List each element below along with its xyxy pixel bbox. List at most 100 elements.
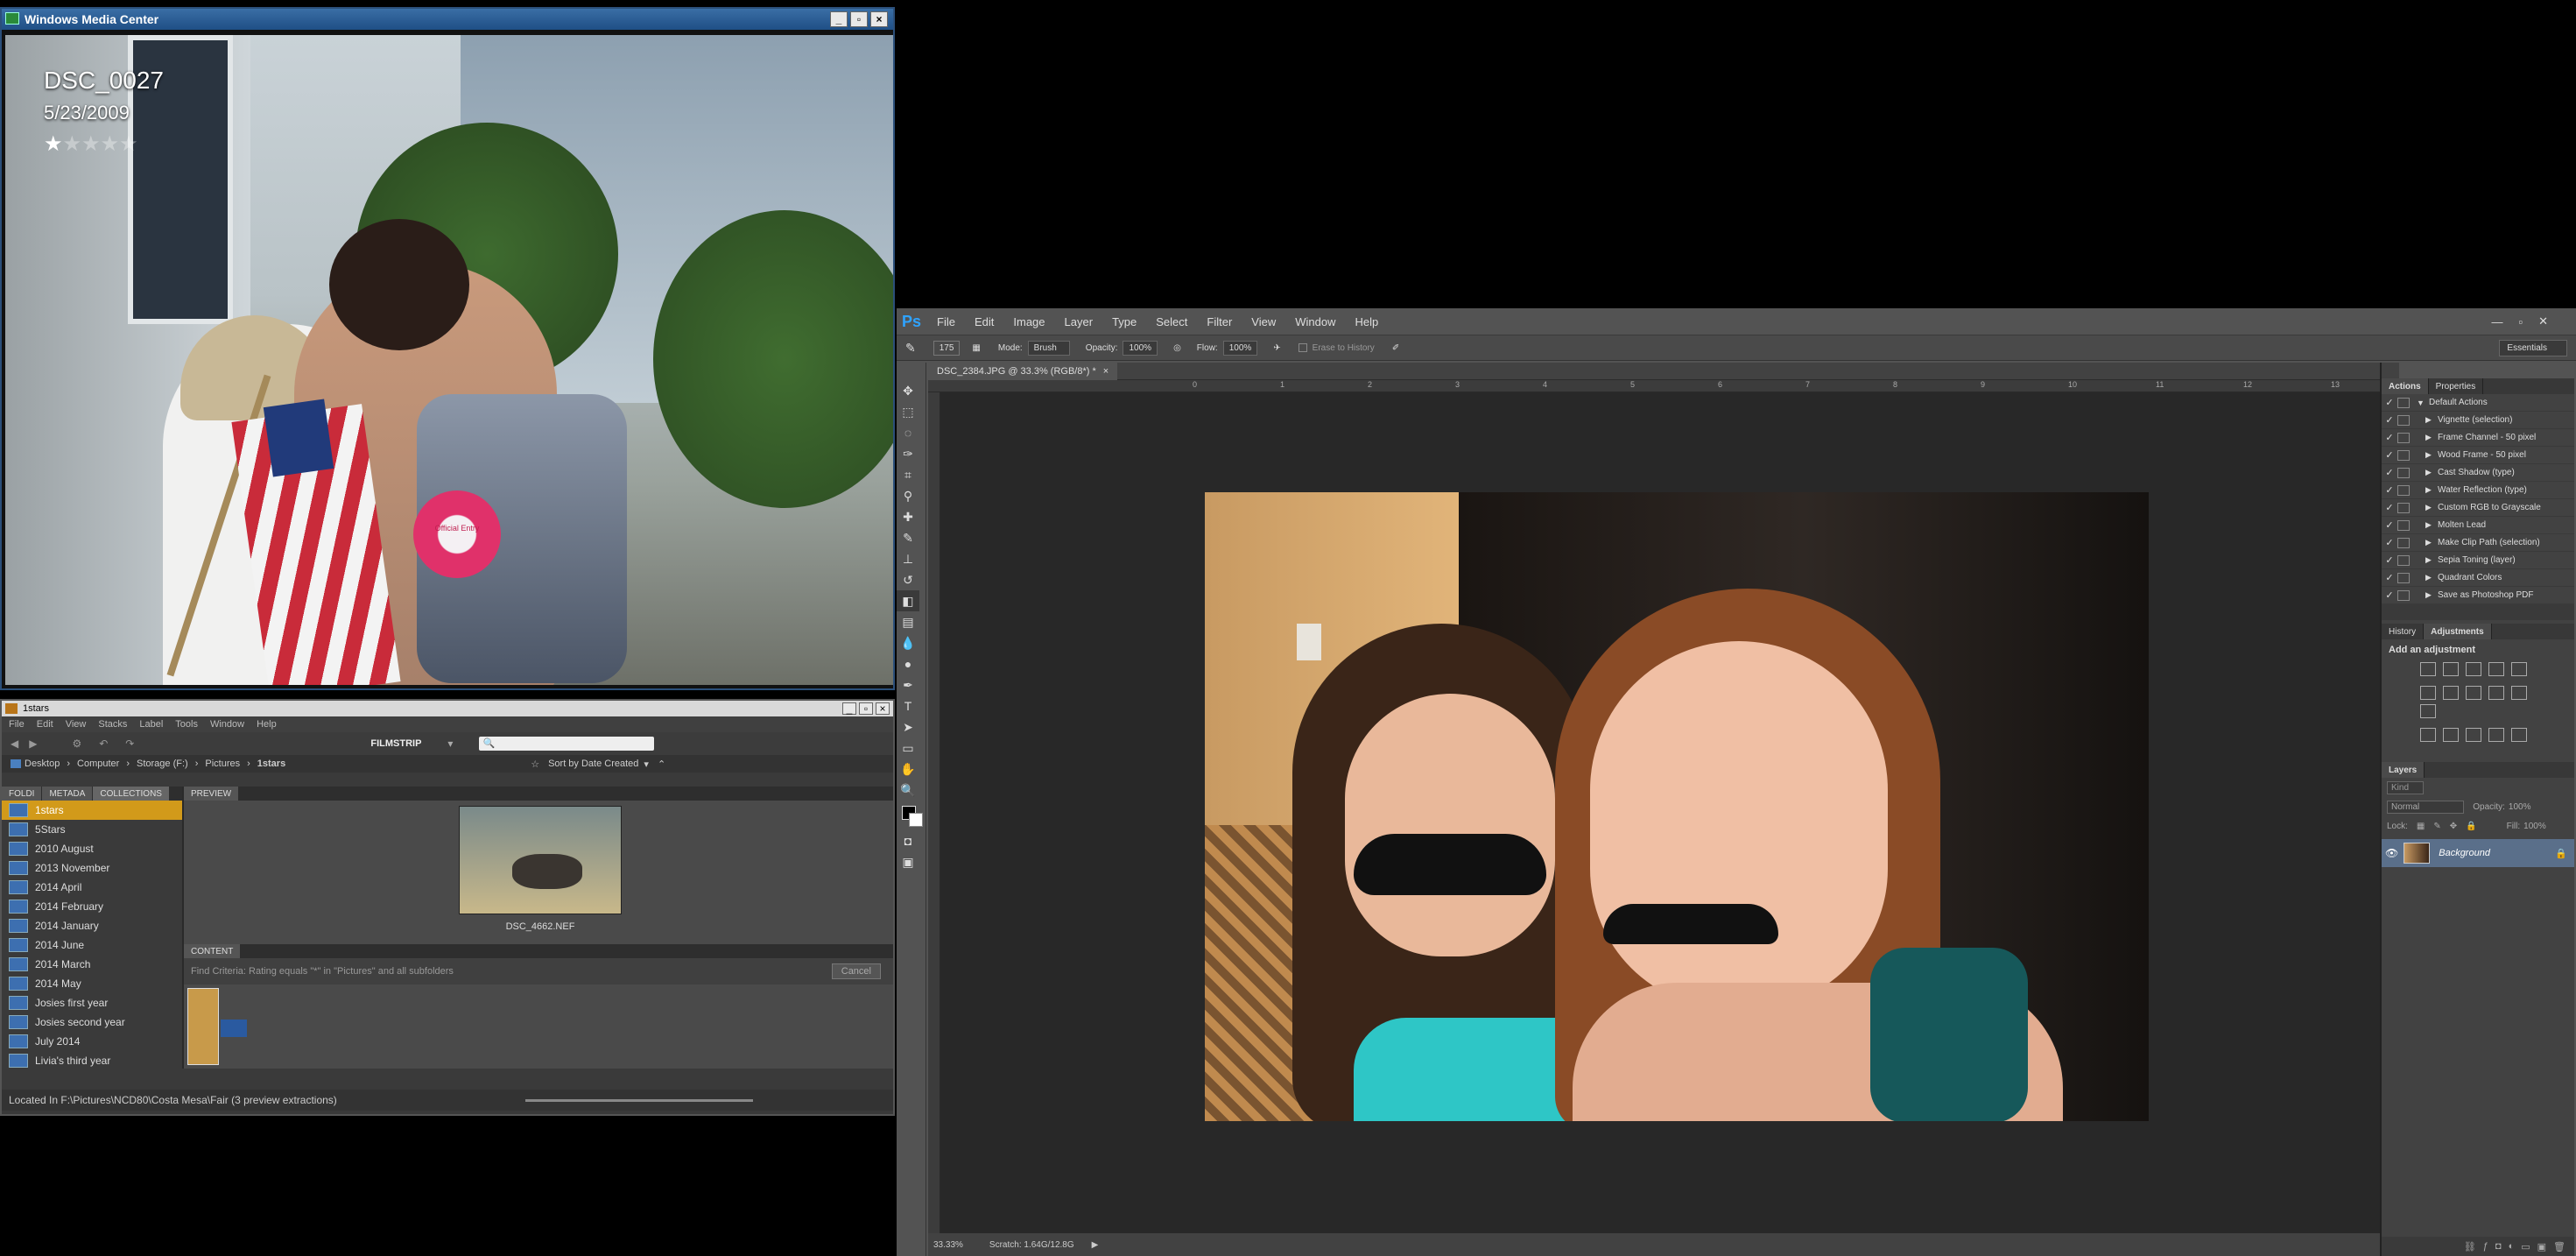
move-tool-icon[interactable]: ✥ — [897, 380, 919, 401]
wmc-photo[interactable]: Official Entry DSC_0027 5/23/2009 ★ ★ ★ … — [5, 35, 893, 685]
tab-actions[interactable]: Actions — [2382, 378, 2429, 394]
flow-input[interactable]: 100% — [1222, 340, 1258, 356]
collection-item[interactable]: July 2014 — [2, 1032, 182, 1051]
close-button[interactable]: × — [870, 11, 888, 27]
menu-view[interactable]: View — [66, 719, 87, 730]
dialog-toggle[interactable] — [2397, 589, 2410, 601]
star-icon[interactable]: ★ — [63, 131, 82, 157]
lock-all-icon[interactable]: 🔒 — [2466, 822, 2476, 831]
close-button[interactable]: ✕ — [2538, 314, 2548, 328]
action-item[interactable]: ✓ ▶ Sepia Toning (layer) — [2382, 552, 2574, 569]
tab-adjustments[interactable]: Adjustments — [2424, 624, 2492, 639]
sort-star-icon[interactable]: ☆ — [531, 759, 539, 770]
expand-right-icon[interactable]: ▶ — [2425, 520, 2438, 530]
dialog-toggle[interactable] — [2397, 432, 2410, 443]
hand-tool-icon[interactable]: ✋ — [897, 759, 919, 780]
check-icon[interactable]: ✓ — [2382, 502, 2397, 513]
menu-layer[interactable]: Layer — [1065, 315, 1094, 328]
document-image[interactable] — [1205, 492, 2149, 1121]
dialog-toggle[interactable] — [2397, 554, 2410, 566]
gradient-map-icon[interactable] — [2488, 728, 2504, 742]
menu-file[interactable]: File — [937, 315, 955, 328]
maximize-button[interactable]: ▫ — [859, 702, 873, 715]
menu-help[interactable]: Help — [1355, 315, 1378, 328]
layer-name[interactable]: Background — [2439, 848, 2490, 858]
marquee-tool-icon[interactable]: ⬚ — [897, 401, 919, 422]
refine-icon[interactable]: ⚙ — [72, 737, 81, 750]
expand-right-icon[interactable]: ▶ — [2425, 450, 2438, 460]
layer-opacity-input[interactable]: 100% — [2509, 802, 2531, 812]
check-icon[interactable]: ✓ — [2382, 397, 2397, 408]
collection-item[interactable]: 2014 January — [2, 916, 182, 935]
action-item[interactable]: ✓ ▶ Make Clip Path (selection) — [2382, 534, 2574, 552]
shape-tool-icon[interactable]: ▭ — [897, 737, 919, 759]
rotate-right-icon[interactable]: ↷ — [125, 737, 134, 750]
close-icon[interactable]: × — [1103, 366, 1109, 377]
workspace-dropdown-icon[interactable]: ▾ — [447, 737, 453, 750]
star-icon[interactable]: ★ — [44, 131, 63, 157]
action-set[interactable]: ✓ ▼ Default Actions — [2382, 394, 2574, 412]
new-layer-icon[interactable]: ▣ — [2537, 1241, 2546, 1252]
trash-icon[interactable]: 🗑 — [2553, 1241, 2565, 1252]
layer-kind-filter[interactable]: Kind — [2387, 780, 2425, 794]
zoom-level[interactable]: 33.33% — [933, 1240, 963, 1250]
play-icon[interactable]: ▶ — [1092, 1240, 1099, 1250]
menu-filter[interactable]: Filter — [1207, 315, 1232, 328]
menu-file[interactable]: File — [9, 719, 25, 730]
menu-stacks[interactable]: Stacks — [98, 719, 127, 730]
check-icon[interactable]: ✓ — [2382, 484, 2397, 496]
menu-edit[interactable]: Edit — [37, 719, 53, 730]
brush-tool-icon[interactable]: ✎ — [897, 527, 919, 548]
history-brush-tool-icon[interactable]: ↺ — [897, 569, 919, 590]
dialog-toggle[interactable] — [2397, 467, 2410, 478]
sort-dropdown[interactable]: Sort by Date Created — [548, 759, 638, 769]
breadcrumb-1stars[interactable]: 1stars — [257, 759, 285, 769]
pen-tool-icon[interactable]: ✒ — [897, 674, 919, 695]
thumbnail[interactable] — [221, 1020, 247, 1037]
erase-history-checkbox[interactable] — [1298, 343, 1307, 352]
mask-icon[interactable]: ◘ — [2495, 1241, 2502, 1252]
canvas-area[interactable] — [940, 392, 2399, 1233]
tab-collections[interactable]: COLLECTIONS — [93, 787, 169, 801]
expand-right-icon[interactable]: ▶ — [2425, 503, 2438, 512]
lasso-tool-icon[interactable]: ◌ — [897, 422, 919, 443]
tab-metadata[interactable]: METADA — [42, 787, 93, 801]
quick-mask-icon[interactable]: ◘ — [897, 830, 919, 851]
color-swatches[interactable] — [897, 801, 926, 830]
zoom-tool-icon[interactable]: 🔍 — [897, 780, 919, 801]
menu-image[interactable]: Image — [1013, 315, 1045, 328]
color-lookup-icon[interactable] — [2420, 704, 2436, 718]
star-icon[interactable]: ★ — [81, 131, 101, 157]
check-icon[interactable]: ✓ — [2382, 414, 2397, 426]
dialog-toggle[interactable] — [2397, 502, 2410, 513]
color-balance-icon[interactable] — [2443, 686, 2459, 700]
tab-properties[interactable]: Properties — [2429, 378, 2484, 394]
vibrance-icon[interactable] — [2511, 662, 2527, 676]
healing-brush-tool-icon[interactable]: ✚ — [897, 506, 919, 527]
menu-window[interactable]: Window — [1295, 315, 1335, 328]
selective-color-icon[interactable] — [2511, 728, 2527, 742]
menu-label[interactable]: Label — [139, 719, 163, 730]
expand-right-icon[interactable]: ▶ — [2425, 433, 2438, 442]
quick-select-tool-icon[interactable]: ✑ — [897, 443, 919, 464]
dialog-toggle[interactable] — [2397, 519, 2410, 531]
thumbnail-selected[interactable] — [187, 988, 219, 1065]
collection-item[interactable]: 2014 June — [2, 935, 182, 955]
back-icon[interactable]: ◀ — [11, 737, 18, 750]
collection-item[interactable]: 2014 March — [2, 955, 182, 974]
collection-item[interactable]: Josies second year — [2, 1013, 182, 1032]
exposure-icon[interactable] — [2488, 662, 2504, 676]
expand-right-icon[interactable]: ▶ — [2425, 468, 2438, 477]
dialog-toggle[interactable] — [2397, 484, 2410, 496]
maximize-button[interactable]: ▫ — [2518, 315, 2523, 328]
collection-item[interactable]: 2014 April — [2, 878, 182, 897]
path-selection-tool-icon[interactable]: ➤ — [897, 716, 919, 737]
action-item[interactable]: ✓ ▶ Molten Lead — [2382, 517, 2574, 534]
opacity-input[interactable]: 100% — [1123, 340, 1158, 356]
check-icon[interactable]: ✓ — [2382, 467, 2397, 478]
dialog-toggle[interactable] — [2397, 449, 2410, 461]
mode-select[interactable]: Brush — [1027, 340, 1070, 356]
close-button[interactable]: × — [876, 702, 890, 715]
type-tool-icon[interactable]: T — [897, 695, 919, 716]
background-color[interactable] — [909, 813, 923, 827]
